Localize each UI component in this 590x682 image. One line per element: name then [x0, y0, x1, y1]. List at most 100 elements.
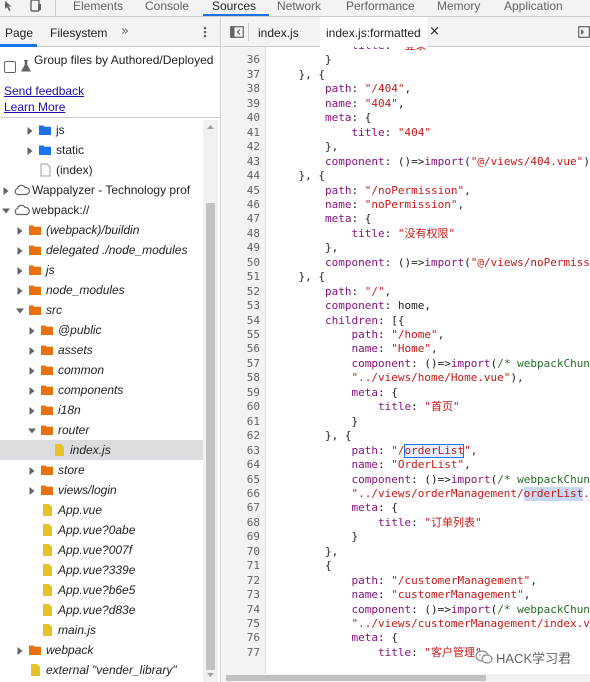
tree-item[interactable]: views/login	[0, 480, 203, 500]
code-line[interactable]: 45 path: "/noPermission",	[222, 184, 590, 198]
tree-item[interactable]: webpack	[0, 640, 203, 660]
toggle-debugger-icon[interactable]	[578, 26, 590, 38]
code-line[interactable]: 62 }, {	[222, 429, 590, 443]
tree-item[interactable]: src	[0, 300, 203, 320]
code-line[interactable]: 51 }, {	[222, 270, 590, 284]
line-number[interactable]: 39	[222, 97, 260, 111]
tree-item[interactable]: index.js	[0, 440, 203, 460]
line-number[interactable]: 76	[222, 631, 260, 645]
tree-item[interactable]: App.vue?d83e	[0, 600, 203, 620]
code-line[interactable]: 76 meta: {	[222, 631, 590, 645]
code-line[interactable]: 36 }	[222, 53, 590, 67]
code-line[interactable]: 55 path: "/home",	[222, 328, 590, 342]
line-number[interactable]: 60	[222, 400, 260, 414]
code-line[interactable]: 72 path: "/customerManagement",	[222, 574, 590, 588]
more-options-icon[interactable]	[198, 25, 212, 39]
editor-tab-index-js-formatted[interactable]: index.js:formatted	[320, 17, 427, 47]
line-number[interactable]: 61	[222, 415, 260, 429]
code-line[interactable]: 57 component: ()=>import(/* webpackChunk…	[222, 357, 590, 371]
tree-item[interactable]: App.vue	[0, 500, 203, 520]
code-line[interactable]: 59 meta: {	[222, 386, 590, 400]
tree-item[interactable]: App.vue?0abe	[0, 520, 203, 540]
code-line[interactable]: 66 "../views/orderManagement/orderList.v…	[222, 486, 590, 501]
line-number[interactable]: 41	[222, 126, 260, 140]
line-number[interactable]: 44	[222, 169, 260, 183]
group-files-checkbox[interactable]	[4, 61, 16, 73]
code-line[interactable]: 70 },	[222, 545, 590, 559]
code-line[interactable]: 42 },	[222, 140, 590, 154]
tree-item[interactable]: App.vue?339e	[0, 560, 203, 580]
line-number[interactable]: 55	[222, 328, 260, 342]
expand-arrow-down-icon[interactable]	[2, 205, 10, 215]
code-line[interactable]: 39 name: "404",	[222, 97, 590, 111]
line-number[interactable]: 37	[222, 68, 260, 82]
tree-item[interactable]: node_modules	[0, 280, 203, 300]
code-line[interactable]: 38 path: "/404",	[222, 82, 590, 96]
line-number[interactable]: 62	[222, 429, 260, 443]
code-line[interactable]: 67 meta: {	[222, 501, 590, 515]
code-line[interactable]: 63 path: "/orderList",	[222, 443, 590, 458]
editor-horizontal-scrollbar[interactable]	[222, 674, 590, 682]
close-tab-icon[interactable]: ×	[429, 25, 440, 39]
expand-arrow-right-icon[interactable]	[26, 145, 34, 155]
line-number[interactable]: 74	[222, 603, 260, 617]
tree-item[interactable]: (webpack)/buildin	[0, 220, 203, 240]
line-number[interactable]: 57	[222, 357, 260, 371]
code-line[interactable]: 37 }, {	[222, 68, 590, 82]
line-number[interactable]: 51	[222, 270, 260, 284]
tab-network[interactable]: Network	[277, 0, 321, 16]
code-line[interactable]: 49 },	[222, 241, 590, 255]
tree-item[interactable]: components	[0, 380, 203, 400]
line-number[interactable]: 36	[222, 53, 260, 67]
code-line[interactable]: 71 {	[222, 559, 590, 573]
expand-arrow-right-icon[interactable]	[2, 185, 10, 195]
line-number[interactable]: 69	[222, 530, 260, 544]
code-line[interactable]: 44 }, {	[222, 169, 590, 183]
line-number[interactable]: 72	[222, 574, 260, 588]
inspect-element-icon[interactable]	[2, 0, 20, 16]
tree-item[interactable]: App.vue?007f	[0, 540, 203, 560]
code-line[interactable]: 52 path: "/",	[222, 285, 590, 299]
scroll-down-icon[interactable]	[203, 668, 218, 682]
line-number[interactable]: 71	[222, 559, 260, 573]
code-line[interactable]: 73 name: "customerManagement",	[222, 588, 590, 602]
scroll-up-icon[interactable]	[203, 120, 218, 134]
tree-item[interactable]: external "vender_library"	[0, 660, 203, 680]
line-number[interactable]: 50	[222, 256, 260, 270]
code-line[interactable]: 61 }	[222, 415, 590, 429]
line-number[interactable]: 73	[222, 588, 260, 602]
expand-arrow-right-icon[interactable]	[16, 245, 24, 255]
tab-application[interactable]: Application	[504, 0, 563, 16]
line-number[interactable]: 48	[222, 227, 260, 241]
toggle-navigator-icon[interactable]	[230, 26, 244, 38]
line-number[interactable]: 45	[222, 184, 260, 198]
expand-arrow-right-icon[interactable]	[28, 325, 36, 335]
line-number[interactable]: 53	[222, 299, 260, 313]
line-number[interactable]: 75	[222, 617, 260, 631]
code-line[interactable]: 47 meta: {	[222, 212, 590, 226]
code-line[interactable]: 46 name: "noPermission",	[222, 198, 590, 212]
expand-arrow-right-icon[interactable]	[16, 285, 24, 295]
line-number[interactable]: 67	[222, 501, 260, 515]
expand-arrow-right-icon[interactable]	[16, 265, 24, 275]
tree-item[interactable]: delegated ./node_modules	[0, 240, 203, 260]
code-line[interactable]: 64 name: "OrderList",	[222, 458, 590, 472]
line-number[interactable]: 65	[222, 473, 260, 487]
line-number[interactable]: 64	[222, 458, 260, 472]
line-number[interactable]: 70	[222, 545, 260, 559]
tree-item[interactable]: js	[0, 260, 203, 280]
expand-arrow-right-icon[interactable]	[16, 225, 24, 235]
expand-arrow-right-icon[interactable]	[28, 405, 36, 415]
scrollbar-thumb[interactable]	[206, 203, 215, 670]
code-line[interactable]: 48 title: "没有权限"	[222, 227, 590, 241]
tree-item[interactable]: common	[0, 360, 203, 380]
tab-console[interactable]: Console	[145, 0, 189, 16]
tree-item[interactable]: @public	[0, 320, 203, 340]
code-line[interactable]: 69 }	[222, 530, 590, 544]
line-number[interactable]: 47	[222, 212, 260, 226]
line-number[interactable]: 58	[222, 371, 260, 385]
tree-item[interactable]: js	[0, 120, 203, 140]
send-feedback-link[interactable]: Send feedback	[4, 84, 84, 98]
tree-item[interactable]: (index)	[0, 160, 203, 180]
more-tabs-icon[interactable]: »	[121, 17, 129, 47]
